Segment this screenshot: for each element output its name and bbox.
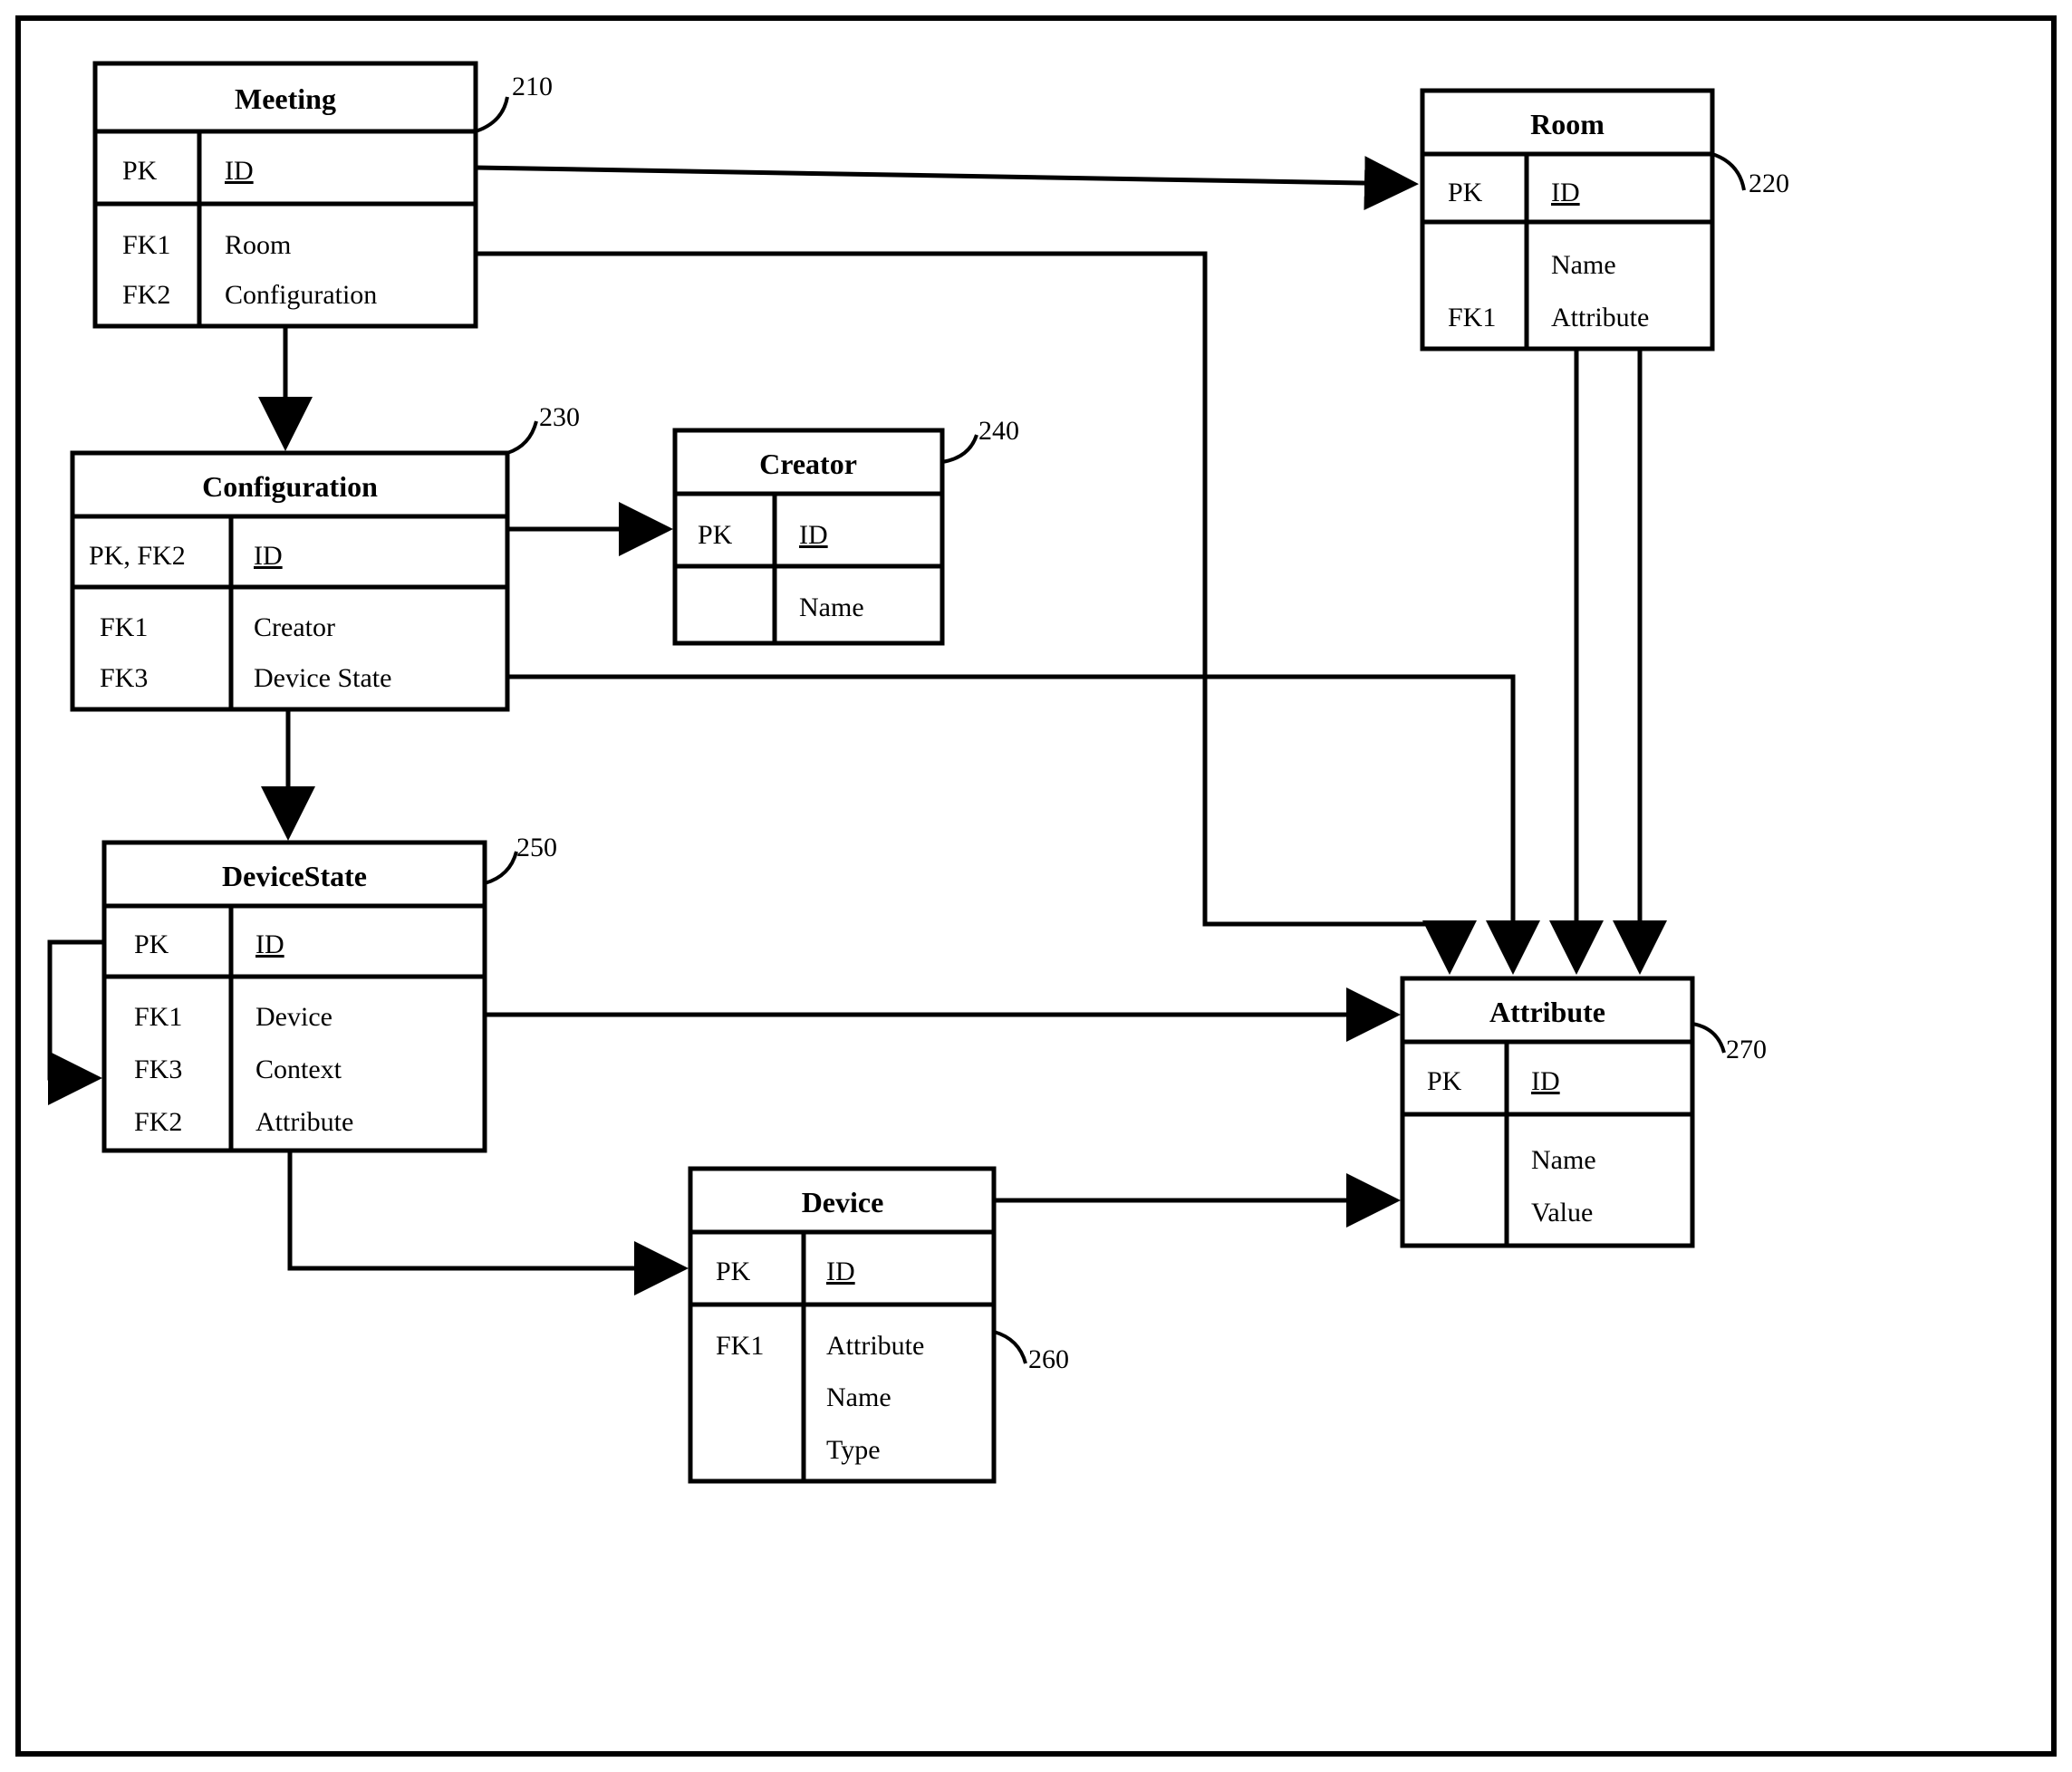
device-row0-field: Attribute xyxy=(826,1331,924,1361)
devicestate-row2-field: Attribute xyxy=(255,1107,353,1137)
configuration-row1-field: Device State xyxy=(254,663,391,693)
devicestate-row2-key: FK2 xyxy=(134,1107,182,1137)
device-row2-field: Type xyxy=(826,1435,881,1465)
creator-row0-field: Name xyxy=(799,592,864,622)
configuration-row1-key: FK3 xyxy=(100,663,148,693)
er-diagram: Meeting PK ID FK1 Room FK2 Configuration… xyxy=(0,0,2072,1772)
configuration-row0-key: FK1 xyxy=(100,612,148,642)
room-label: 220 xyxy=(1749,169,1789,198)
configuration-title: Configuration xyxy=(202,470,378,503)
attribute-label: 270 xyxy=(1726,1035,1767,1064)
meeting-label: 210 xyxy=(512,72,553,101)
entity-configuration: Configuration PK, FK2 ID FK1 Creator FK3… xyxy=(72,402,580,709)
configuration-pk-key: PK, FK2 xyxy=(89,541,186,571)
attribute-row1-field: Value xyxy=(1531,1198,1593,1228)
devicestate-row0-key: FK1 xyxy=(134,1002,182,1032)
creator-pk-field: ID xyxy=(799,520,828,550)
meeting-row1-key: FK2 xyxy=(122,280,170,310)
meeting-pk-field: ID xyxy=(225,156,254,186)
room-title: Room xyxy=(1530,108,1605,140)
device-row0-key: FK1 xyxy=(716,1331,764,1361)
creator-label: 240 xyxy=(978,416,1019,446)
entity-attribute: Attribute PK ID Name Value 270 xyxy=(1402,978,1767,1246)
attribute-row0-field: Name xyxy=(1531,1145,1596,1175)
creator-pk-key: PK xyxy=(698,520,733,550)
device-row1-field: Name xyxy=(826,1382,891,1412)
meeting-row0-key: FK1 xyxy=(122,230,170,260)
entity-meeting: Meeting PK ID FK1 Room FK2 Configuration… xyxy=(95,63,553,326)
entity-device: Device PK ID FK1 Attribute Name Type 260 xyxy=(690,1169,1069,1481)
devicestate-row1-field: Context xyxy=(255,1055,342,1084)
room-row0-field: Name xyxy=(1551,250,1616,280)
entity-creator: Creator PK ID Name 240 xyxy=(675,416,1019,643)
creator-title: Creator xyxy=(759,448,857,480)
device-title: Device xyxy=(802,1186,884,1218)
room-row1-field: Attribute xyxy=(1551,303,1649,332)
device-pk-key: PK xyxy=(716,1257,751,1286)
configuration-label: 230 xyxy=(539,402,580,432)
room-pk-key: PK xyxy=(1448,178,1483,207)
configuration-row0-field: Creator xyxy=(254,612,335,642)
meeting-row0-field: Room xyxy=(225,230,291,260)
configuration-pk-field: ID xyxy=(254,541,283,571)
entity-devicestate: DeviceState PK ID FK1 Device FK3 Context… xyxy=(104,833,557,1151)
devicestate-label: 250 xyxy=(516,833,557,862)
meeting-row1-field: Configuration xyxy=(225,280,377,310)
attribute-title: Attribute xyxy=(1489,996,1605,1028)
meeting-pk-key: PK xyxy=(122,156,158,186)
devicestate-title: DeviceState xyxy=(222,860,367,892)
meeting-title: Meeting xyxy=(235,82,336,115)
devicestate-row0-field: Device xyxy=(255,1002,332,1032)
entity-room: Room PK ID Name FK1 Attribute 220 xyxy=(1422,91,1789,349)
device-pk-field: ID xyxy=(826,1257,855,1286)
device-label: 260 xyxy=(1028,1344,1069,1374)
attribute-pk-field: ID xyxy=(1531,1066,1560,1096)
room-pk-field: ID xyxy=(1551,178,1580,207)
devicestate-pk-field: ID xyxy=(255,929,284,959)
devicestate-row1-key: FK3 xyxy=(134,1055,182,1084)
devicestate-pk-key: PK xyxy=(134,929,169,959)
attribute-pk-key: PK xyxy=(1427,1066,1462,1096)
room-row1-key: FK1 xyxy=(1448,303,1496,332)
